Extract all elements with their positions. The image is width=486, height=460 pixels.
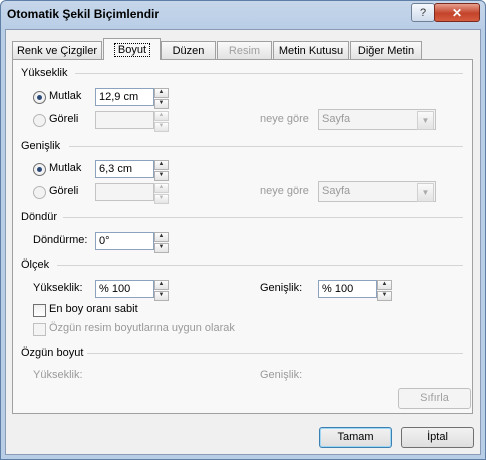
rotation-input[interactable]: 0°	[95, 232, 154, 250]
width-absolute-spinner[interactable]: ▲ ▼	[154, 160, 169, 181]
height-absolute-input[interactable]: 12,9 cm	[95, 88, 154, 106]
select-value: Sayfa	[322, 185, 351, 197]
group-divider	[75, 73, 463, 74]
spin-up-icon: ▲	[154, 183, 169, 193]
spin-up-icon[interactable]: ▲	[154, 280, 169, 290]
height-relative-to-select: Sayfa ▼	[318, 109, 436, 130]
height-absolute-spinner[interactable]: ▲ ▼	[154, 88, 169, 109]
close-button[interactable]: ✕	[434, 3, 480, 22]
original-height-label: Yükseklik:	[33, 369, 83, 381]
tab-label: Resim	[228, 44, 261, 57]
size-tab-panel: Yükseklik Mutlak 12,9 cm ▲ ▼ Göreli ▲ ▼ ne…	[12, 59, 473, 414]
spin-up-icon: ▲	[154, 111, 169, 121]
dialog-window: Otomatik Şekil Biçimlendir ? ✕ Renk ve Ç…	[0, 0, 486, 460]
cancel-button[interactable]: İptal	[401, 427, 474, 448]
height-group-title: Yükseklik	[21, 67, 68, 79]
group-divider	[57, 265, 463, 266]
width-relative-to-select: Sayfa ▼	[318, 181, 436, 202]
spin-up-icon[interactable]: ▲	[154, 160, 169, 170]
tab-text-box[interactable]: Metin Kutusu	[273, 41, 349, 59]
tab-label: Renk ve Çizgiler	[16, 44, 98, 57]
original-width-label: Genişlik:	[260, 369, 303, 381]
spin-up-icon[interactable]: ▲	[154, 232, 169, 242]
tab-label: Metin Kutusu	[278, 44, 344, 57]
group-divider	[87, 353, 463, 354]
dialog-body: Renk ve Çizgiler Boyut Düzen Resim Metin…	[5, 29, 481, 455]
tab-size[interactable]: Boyut	[103, 38, 161, 60]
height-relative-radio[interactable]	[33, 114, 46, 127]
tab-label: Diğer Metin	[357, 44, 415, 57]
width-group-title: Genişlik	[21, 140, 61, 152]
width-absolute-radio[interactable]	[33, 163, 46, 176]
width-relative-label: Göreli	[49, 185, 79, 197]
reset-button: Sıfırla	[398, 388, 471, 409]
relative-original-label: Özgün resim boyutlarına uygun olarak	[49, 322, 235, 334]
height-absolute-label: Mutlak	[49, 90, 82, 102]
height-relative-label: Göreli	[49, 113, 79, 125]
width-absolute-input[interactable]: 6,3 cm	[95, 160, 154, 178]
tab-layout[interactable]: Düzen	[161, 41, 216, 59]
scale-height-spinner[interactable]: ▲ ▼	[154, 280, 169, 301]
tab-label: Boyut	[113, 42, 151, 57]
spin-down-icon[interactable]: ▼	[154, 243, 169, 253]
width-relative-spinner: ▲ ▼	[154, 183, 169, 204]
group-divider	[63, 217, 463, 218]
tab-picture: Resim	[217, 41, 272, 59]
height-absolute-radio[interactable]	[33, 91, 46, 104]
width-relative-radio[interactable]	[33, 186, 46, 199]
spin-down-icon[interactable]: ▼	[154, 171, 169, 181]
rotation-label: Döndürme:	[33, 234, 88, 246]
select-value: Sayfa	[322, 113, 351, 125]
title-bar[interactable]: Otomatik Şekil Biçimlendir ? ✕	[1, 1, 485, 29]
ok-button[interactable]: Tamam	[319, 427, 392, 448]
width-relative-input	[95, 183, 154, 201]
scale-width-spinner[interactable]: ▲ ▼	[377, 280, 392, 301]
rotation-spinner[interactable]: ▲ ▼	[154, 232, 169, 253]
dropdown-arrow-icon: ▼	[417, 183, 434, 202]
dialog-title: Otomatik Şekil Biçimlendir	[7, 7, 160, 21]
width-relative-to-label: neye göre	[260, 185, 309, 197]
spin-down-icon: ▼	[154, 122, 169, 132]
scale-width-label: Genişlik:	[260, 282, 303, 294]
height-relative-input	[95, 111, 154, 129]
relative-original-checkbox	[33, 323, 46, 336]
rotate-group-title: Döndür	[21, 211, 58, 223]
width-absolute-label: Mutlak	[49, 162, 82, 174]
group-divider	[69, 146, 463, 147]
lock-aspect-label: En boy oranı sabit	[49, 303, 138, 315]
spin-up-icon[interactable]: ▲	[154, 88, 169, 98]
tab-alt-text[interactable]: Diğer Metin	[350, 41, 422, 59]
spin-down-icon[interactable]: ▼	[154, 291, 169, 301]
scale-height-input[interactable]: % 100	[95, 280, 154, 298]
tab-label: Düzen	[172, 44, 205, 57]
scale-width-input[interactable]: % 100	[318, 280, 377, 298]
spin-up-icon[interactable]: ▲	[377, 280, 392, 290]
height-relative-to-label: neye göre	[260, 113, 309, 125]
original-size-group-title: Özgün boyut	[21, 347, 84, 359]
dropdown-arrow-icon: ▼	[417, 111, 434, 130]
spin-down-icon: ▼	[154, 194, 169, 204]
spin-down-icon[interactable]: ▼	[377, 291, 392, 301]
tab-colors-lines[interactable]: Renk ve Çizgiler	[12, 41, 102, 59]
scale-height-label: Yükseklik:	[33, 282, 83, 294]
scale-group-title: Ölçek	[21, 259, 50, 271]
lock-aspect-checkbox[interactable]	[33, 304, 46, 317]
height-relative-spinner: ▲ ▼	[154, 111, 169, 132]
spin-down-icon[interactable]: ▼	[154, 99, 169, 109]
help-button[interactable]: ?	[411, 3, 435, 22]
